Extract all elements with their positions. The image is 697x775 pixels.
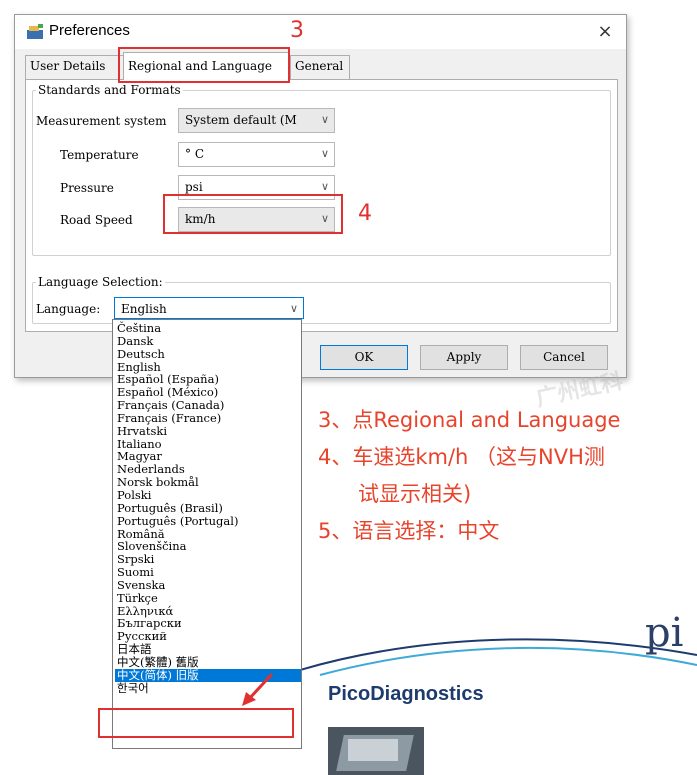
temperature-label: Temperature	[60, 148, 139, 162]
language-option[interactable]: Polski	[115, 489, 301, 502]
arrow-icon	[242, 672, 274, 706]
pressure-value: psi	[185, 180, 203, 194]
highlight-simplified-chinese	[98, 708, 294, 738]
language-option[interactable]: 中文(繁體) 舊版	[115, 656, 301, 669]
note-line-1: 3、点Regional and Language	[318, 408, 621, 432]
language-option[interactable]: Français (Canada)	[115, 399, 301, 412]
app-icon	[27, 24, 43, 39]
temperature-value: ° C	[185, 147, 204, 161]
ok-button[interactable]: OK	[320, 345, 408, 370]
language-option[interactable]: Português (Portugal)	[115, 514, 301, 528]
note-line-3: 5、语言选择：中文	[318, 519, 500, 543]
language-select[interactable]: English ∨	[114, 297, 304, 319]
measurement-value: System default (M	[185, 113, 297, 127]
standards-group-label: Standards and Formats	[36, 83, 183, 97]
language-value: English	[121, 302, 167, 316]
measurement-label: Measurement system	[36, 114, 167, 128]
note-line-2-cont: 试显示相关)	[358, 482, 472, 506]
language-option[interactable]: Hrvatski	[115, 424, 301, 438]
pico-diagnostics-brand: PicoDiagnostics	[328, 683, 484, 705]
language-option[interactable]: Dansk	[115, 334, 301, 348]
product-photo	[328, 727, 424, 775]
pico-logo-partial: pi	[645, 610, 684, 656]
apply-button[interactable]: Apply	[420, 345, 508, 370]
language-options: Čeština Dansk Deutsch English Español (Españ…	[113, 320, 301, 694]
language-label: Language:	[36, 302, 101, 316]
chevron-down-icon: ∨	[320, 113, 329, 126]
language-option[interactable]: 日本語	[115, 643, 301, 656]
highlight-regional-tab	[118, 47, 290, 83]
window-title: Preferences	[49, 22, 130, 39]
language-group-label: Language Selection:	[36, 275, 165, 289]
language-option[interactable]: Português (Brasil)	[115, 501, 301, 515]
language-option[interactable]: Türkçe	[115, 591, 301, 605]
step-3-number: 3	[290, 18, 304, 43]
chevron-down-icon: ∨	[320, 180, 329, 193]
step-4-number: 4	[358, 201, 372, 226]
note-line-2: 4、车速选km/h （这与NVH测	[318, 445, 605, 469]
tab-general[interactable]: General	[290, 55, 350, 79]
road-speed-label: Road Speed	[60, 213, 133, 227]
language-option[interactable]: Français (France)	[115, 412, 301, 425]
brand-swoosh	[300, 638, 697, 676]
language-option[interactable]: Deutsch	[115, 347, 301, 361]
language-option[interactable]: Suomi	[115, 566, 301, 579]
language-option[interactable]: Svenska	[115, 579, 301, 592]
temperature-select[interactable]: ° C ∨	[178, 142, 335, 167]
measurement-select[interactable]: System default (M ∨	[178, 108, 335, 133]
tab-user-details[interactable]: User Details	[25, 55, 124, 79]
cancel-button[interactable]: Cancel	[520, 345, 608, 370]
title-bar: Preferences ×	[15, 15, 626, 49]
pressure-label: Pressure	[60, 181, 114, 195]
chevron-down-icon: ∨	[289, 302, 298, 315]
highlight-road-speed	[163, 194, 343, 234]
chevron-down-icon: ∨	[320, 147, 329, 160]
close-icon[interactable]: ×	[591, 18, 619, 46]
language-option[interactable]: Čeština	[115, 322, 301, 335]
